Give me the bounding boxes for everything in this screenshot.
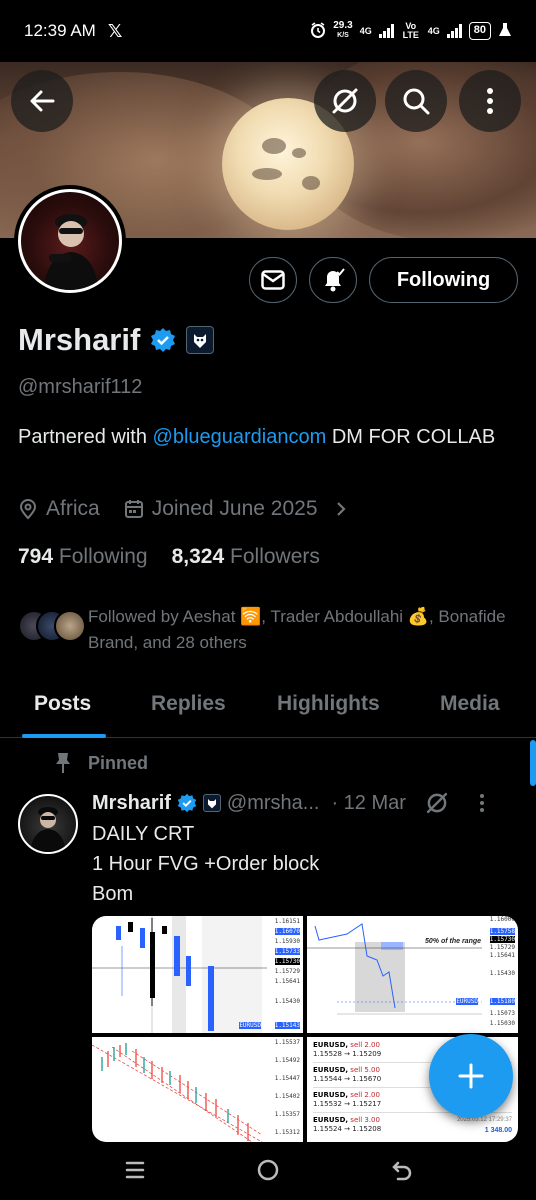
plus-icon bbox=[458, 1063, 484, 1089]
profile-meta: Africa Joined June 2025 bbox=[18, 497, 348, 521]
pinned-label: Pinned bbox=[88, 752, 149, 773]
follower-avatar bbox=[54, 610, 86, 642]
pin-icon bbox=[56, 753, 70, 773]
network-4g-1: 4G bbox=[359, 25, 372, 36]
envelope-icon bbox=[261, 270, 285, 290]
affiliate-badge-icon bbox=[202, 794, 221, 812]
network-4g-2: 4G bbox=[427, 25, 440, 36]
more-vertical-icon bbox=[487, 88, 493, 114]
profile-joined: Joined June 2025 bbox=[151, 497, 318, 520]
alarm-icon bbox=[310, 21, 326, 41]
status-bar: 12:39 AM 𝕏 29.3 K/S 4G Vo LTE 4G 80 bbox=[0, 0, 536, 62]
avatar-figure bbox=[43, 214, 99, 290]
scrollbar[interactable] bbox=[530, 740, 536, 786]
arrow-left-icon bbox=[30, 90, 55, 112]
trade-profit: 1 348.00 bbox=[484, 1127, 512, 1134]
post-text: DAILY CRT 1 Hour FVG +Order block Bom bbox=[92, 823, 320, 905]
chevron-right-icon[interactable] bbox=[334, 500, 348, 518]
profile-avatar[interactable] bbox=[14, 185, 126, 297]
post-author[interactable]: Mrsharif bbox=[92, 792, 171, 815]
media-image-1[interactable]: 1.16151 1.16070 1.15930 1.15733 1.15730 … bbox=[92, 916, 303, 1033]
profile-name: Mrsharif bbox=[18, 322, 141, 357]
post-more-icon[interactable] bbox=[478, 792, 486, 814]
post-date: · 12 Mar bbox=[331, 791, 406, 814]
back-nav-icon[interactable] bbox=[390, 1158, 414, 1182]
affiliate-badge-icon[interactable] bbox=[186, 326, 215, 354]
pinned-label-row: Pinned bbox=[54, 752, 148, 774]
following-button[interactable]: Following bbox=[369, 257, 518, 303]
search-icon bbox=[403, 88, 430, 115]
x-logo-icon: 𝕏 bbox=[107, 20, 123, 41]
net-speed: 29.3 K/S bbox=[333, 20, 353, 40]
grok-icon[interactable] bbox=[424, 790, 450, 816]
tab-media[interactable]: Media bbox=[440, 692, 500, 716]
grok-button[interactable] bbox=[314, 70, 376, 132]
compose-button[interactable] bbox=[429, 1034, 513, 1118]
range-note: 50% of the range bbox=[425, 938, 482, 945]
grok-icon bbox=[332, 88, 358, 114]
recent-apps-icon[interactable] bbox=[123, 1158, 147, 1182]
post-avatar[interactable] bbox=[18, 794, 78, 854]
location-pin-icon bbox=[19, 499, 37, 520]
flask-icon bbox=[498, 22, 512, 41]
follower-avatars bbox=[18, 604, 88, 644]
back-button[interactable] bbox=[11, 70, 73, 132]
profile-tabs: Posts Replies Highlights Media bbox=[0, 680, 536, 738]
verified-badge-icon[interactable] bbox=[150, 327, 176, 353]
profile-bio: Partnered with @blueguardiancom DM FOR C… bbox=[18, 426, 496, 448]
tab-posts[interactable]: Posts bbox=[34, 692, 91, 716]
message-button[interactable] bbox=[249, 257, 297, 303]
verified-badge-icon bbox=[177, 793, 197, 813]
battery-indicator: 80 bbox=[468, 22, 491, 40]
media-image-3[interactable]: 1.15537 1.15492 1.15447 1.15402 1.15357 … bbox=[92, 1037, 303, 1142]
post-header: Mrsharif @mrsha... · 12 Mar bbox=[92, 790, 486, 816]
volte-label: Vo LTE bbox=[402, 21, 419, 40]
followed-by[interactable]: Followed by Aeshat 🛜, Trader Abdoullahi … bbox=[18, 604, 508, 656]
calendar-icon bbox=[124, 500, 143, 518]
signal-icon-2 bbox=[446, 24, 462, 38]
search-button[interactable] bbox=[385, 70, 447, 132]
followed-by-text: Followed by Aeshat 🛜, Trader Abdoullahi … bbox=[88, 607, 506, 652]
signal-icon bbox=[378, 24, 394, 38]
profile-location: Africa bbox=[46, 497, 100, 520]
bell-check-icon bbox=[325, 268, 345, 292]
media-image-2[interactable]: 50% of the range 1.16000 1.15758 1.15730… bbox=[307, 916, 518, 1033]
tab-highlights[interactable]: Highlights bbox=[277, 692, 380, 716]
followers-link[interactable]: 8,324 Followers bbox=[172, 545, 320, 569]
home-icon[interactable] bbox=[256, 1158, 280, 1182]
status-time: 12:39 AM bbox=[24, 21, 96, 40]
tab-replies[interactable]: Replies bbox=[151, 692, 226, 716]
post-handle: @mrsha... bbox=[226, 791, 320, 814]
more-options-button[interactable] bbox=[459, 70, 521, 132]
profile-name-row: Mrsharif bbox=[18, 322, 215, 358]
post-avatar-figure bbox=[30, 807, 66, 852]
bio-mention-link[interactable]: @blueguardiancom bbox=[153, 426, 327, 448]
following-link[interactable]: 794 Following bbox=[18, 545, 148, 569]
follow-counts: 794 Following 8,324 Followers bbox=[18, 545, 320, 569]
system-nav-bar bbox=[0, 1142, 536, 1200]
profile-handle: @mrsharif112 bbox=[18, 376, 143, 398]
notifications-button[interactable] bbox=[309, 257, 357, 303]
trade-time: 2025.03.12 17:29:37 bbox=[456, 1117, 512, 1123]
active-tab-indicator bbox=[22, 734, 106, 738]
